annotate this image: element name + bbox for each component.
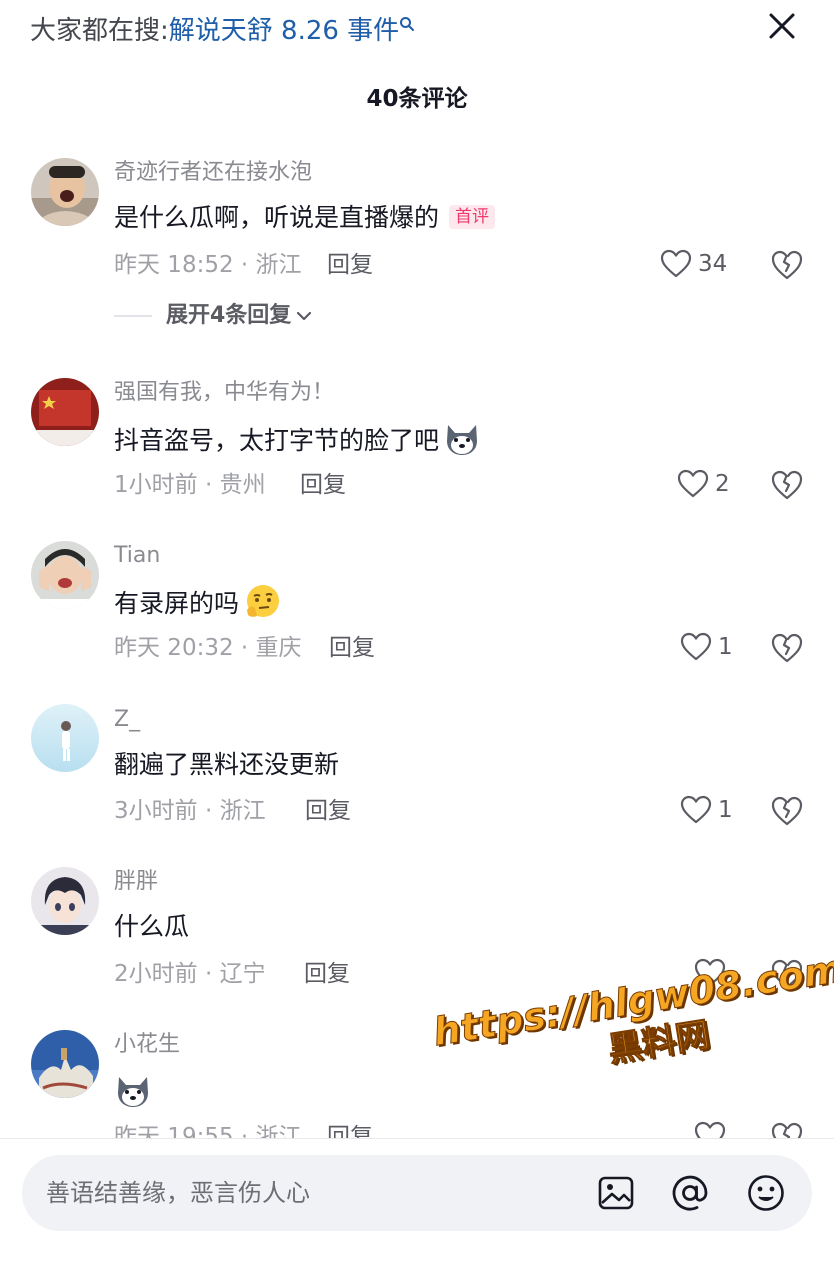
comment-text-content: 有录屏的吗 [114, 589, 240, 618]
trending-search-prefix: 大家都在搜: [30, 16, 169, 46]
comment-meta: 昨天 20:32 · 重庆 [114, 635, 302, 661]
light-blue-figure-avatar[interactable] [31, 704, 99, 772]
heart-icon [660, 249, 692, 278]
reply-button[interactable]: 回复 [300, 468, 346, 502]
comment-username[interactable]: 小花生 [114, 1029, 180, 1061]
comment-text [114, 1071, 152, 1112]
comment-text-content: 抖音盗号，太打字节的脸了吧 [114, 426, 440, 455]
thinking-emoji [247, 585, 280, 617]
heart-icon [680, 795, 712, 824]
comment-username[interactable]: 胖胖 [114, 866, 158, 898]
broken-heart-icon[interactable] [770, 631, 804, 665]
person-shouting-avatar[interactable] [31, 158, 99, 226]
comment-meta: 2小时前 · 辽宁 [114, 961, 266, 987]
like-count: 2 [715, 471, 730, 497]
comment-text: 抖音盗号，太打字节的脸了吧 [114, 419, 481, 460]
broken-heart-icon[interactable] [770, 794, 804, 828]
like-count: 34 [698, 251, 728, 277]
husky-emoji [447, 425, 478, 455]
comment-composer: 善语结善缘，恶言伤人心 [0, 1138, 834, 1280]
trending-search-query[interactable]: 解说天舒 8.26 事件 [169, 16, 399, 46]
like-button[interactable]: 1 [680, 629, 733, 665]
castle-avatar[interactable] [31, 1030, 99, 1098]
close-icon[interactable] [762, 6, 802, 46]
comment-input-placeholder: 善语结善缘，恶言伤人心 [46, 1179, 310, 1207]
comment-text-content: 是什么瓜啊，听说是直播爆的 [114, 203, 440, 232]
comment-username[interactable]: 强国有我，中华有为！ [114, 377, 334, 409]
chevron-down-icon [297, 311, 312, 321]
broken-heart-icon[interactable] [770, 957, 804, 991]
expand-replies-button[interactable]: 展开4条回复 [114, 300, 313, 332]
like-count: 1 [718, 797, 733, 823]
at-icon[interactable] [670, 1173, 710, 1213]
comment-meta: 1小时前 · 贵州 [114, 472, 266, 498]
comment-username[interactable]: Z_ [114, 704, 140, 736]
top-bar: 大家都在搜:解说天舒 8.26 事件 [0, 0, 834, 64]
like-button[interactable] [694, 955, 726, 991]
heart-icon [694, 958, 726, 987]
comment-count-title: 40条评论 [366, 86, 468, 112]
trending-search-hint[interactable]: 大家都在搜:解说天舒 8.26 事件 [30, 12, 415, 50]
reply-button[interactable]: 回复 [329, 631, 375, 665]
comment-meta: 3小时前 · 浙江 [114, 798, 266, 824]
emoji-face-icon[interactable] [746, 1173, 786, 1213]
expand-replies-label: 展开4条回复 [166, 303, 292, 328]
heart-icon [680, 632, 712, 661]
comment-text: 翻遍了黑料还没更新 [114, 746, 339, 784]
comment-text: 有录屏的吗 [114, 582, 281, 623]
search-icon [400, 17, 415, 31]
comment-text: 是什么瓜啊，听说是直播爆的 首评 [114, 199, 496, 237]
broken-heart-icon[interactable] [770, 468, 804, 502]
flag-avatar[interactable] [31, 378, 99, 446]
like-button[interactable]: 34 [660, 246, 727, 282]
comment-text-content: 什么瓜 [114, 912, 190, 941]
like-button[interactable]: 1 [680, 792, 733, 828]
like-button[interactable]: 2 [677, 466, 730, 502]
first-comment-badge: 首评 [449, 205, 496, 229]
anime-boy-avatar[interactable] [31, 867, 99, 935]
watermark-name: 黑料网 [605, 1014, 713, 1071]
trending-search-link[interactable]: 解说天舒 8.26 事件 [169, 16, 415, 46]
reply-button[interactable]: 回复 [327, 248, 373, 282]
comment-username[interactable]: Tian [114, 540, 160, 572]
broken-heart-icon[interactable] [770, 248, 804, 282]
comment-input[interactable]: 善语结善缘，恶言伤人心 [22, 1155, 812, 1231]
like-count: 1 [718, 634, 733, 660]
expand-divider [114, 315, 152, 317]
reply-button[interactable]: 回复 [304, 957, 350, 991]
crying-person-avatar[interactable] [31, 541, 99, 609]
comment-username[interactable]: 奇迹行者还在接水泡 [114, 157, 312, 189]
comment-text: 什么瓜 [114, 908, 189, 946]
heart-icon [677, 469, 709, 498]
comment-meta: 昨天 18:52 · 浙江 [114, 252, 302, 278]
image-icon[interactable] [596, 1173, 636, 1213]
comment-text-content: 翻遍了黑料还没更新 [114, 750, 340, 779]
reply-button[interactable]: 回复 [305, 794, 351, 828]
husky-emoji [118, 1077, 148, 1107]
